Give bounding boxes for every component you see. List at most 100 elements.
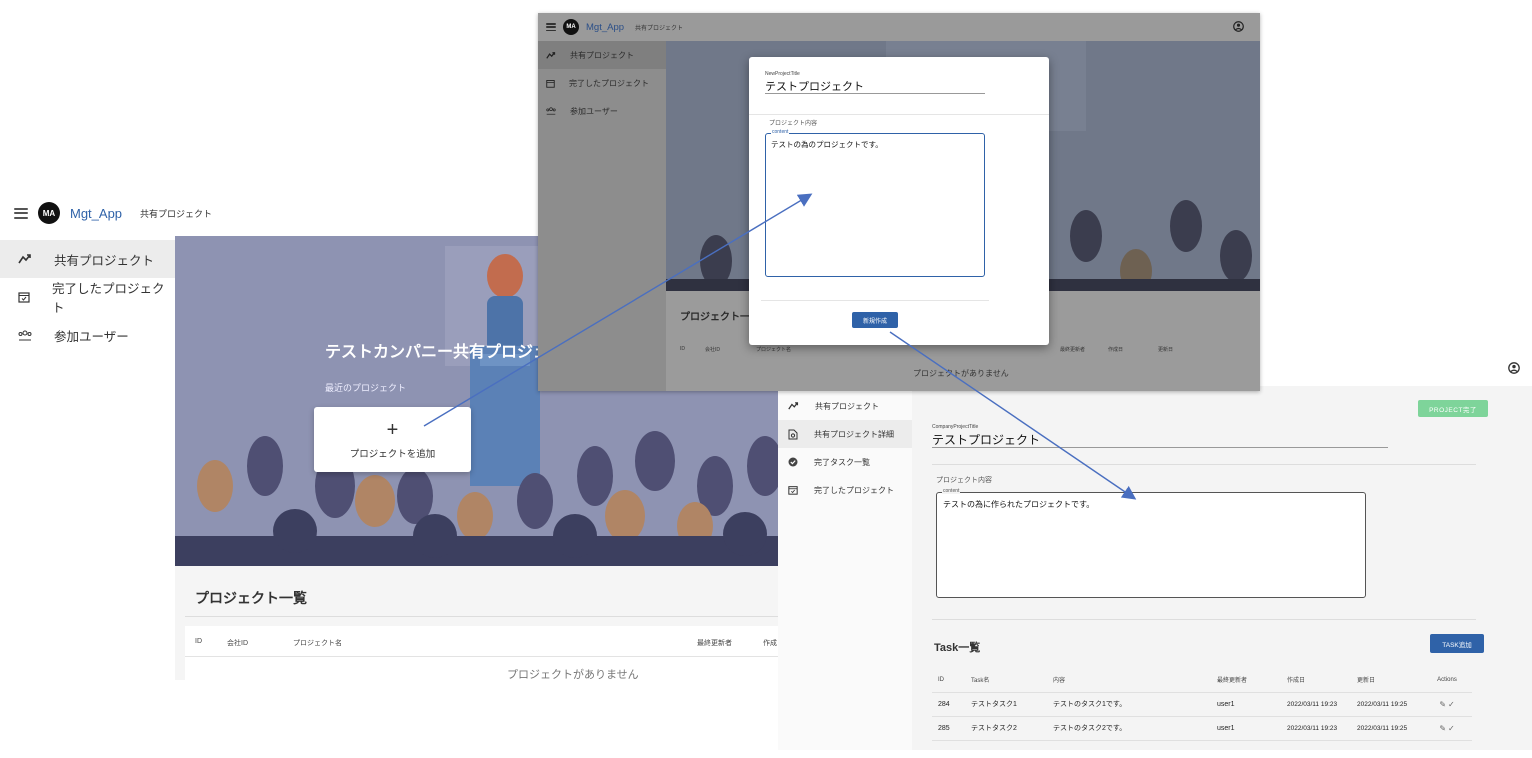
project-table: ID 会社ID プロジェクト名 最終更新者 作成 プロジェクトがありません bbox=[185, 626, 790, 681]
column-header[interactable]: プロジェクト名 bbox=[756, 346, 791, 353]
column-header[interactable]: 作成日 bbox=[1286, 668, 1356, 693]
calendar-check-icon bbox=[788, 485, 798, 495]
new-project-screen: MA Mgt_App 共有プロジェクト 共有プロジェクト 完了したプロジェクト … bbox=[538, 13, 1260, 391]
task-updater: user1 bbox=[1216, 716, 1286, 741]
sidebar-item-users[interactable]: 参加ユーザー bbox=[538, 97, 666, 125]
task-name: テストタスク2 bbox=[970, 716, 1052, 741]
sidebar-item-shared-projects[interactable]: 共有プロジェクト bbox=[538, 41, 666, 69]
divider bbox=[749, 114, 1049, 115]
task-content: テストのタスク2です。 bbox=[1052, 716, 1216, 741]
column-header[interactable]: 更新日 bbox=[1158, 346, 1173, 353]
sidebar-item-label: 完了したプロジェクト bbox=[52, 282, 165, 315]
column-header[interactable]: 更新日 bbox=[1356, 668, 1422, 693]
column-header[interactable]: ID bbox=[195, 638, 202, 645]
new-project-dialog: NewProjectTitle テストプロジェクト プロジェクト内容 conte… bbox=[749, 57, 1049, 345]
content-text: テストの為に作られたプロジェクトです。 bbox=[943, 500, 1095, 509]
check-circle-icon bbox=[788, 457, 798, 467]
title-field-caption: CompanyProjectTitle bbox=[932, 424, 979, 430]
add-project-card[interactable]: + プロジェクトを追加 bbox=[314, 407, 471, 472]
sidebar-item-completed-projects[interactable]: 完了したプロジェクト bbox=[538, 69, 666, 97]
divider bbox=[185, 616, 790, 617]
sidebar-item-label: 共有プロジェクト bbox=[54, 253, 155, 268]
column-header[interactable]: Task名 bbox=[970, 668, 1052, 693]
check-icon[interactable]: ✓ bbox=[1448, 724, 1455, 733]
project-complete-button[interactable]: PROJECT完了 bbox=[1418, 400, 1488, 417]
sidebar-item-label: 完了タスク一覧 bbox=[814, 457, 870, 467]
divider bbox=[932, 464, 1476, 465]
table-row[interactable]: 285 テストタスク2 テストのタスク2です。 user1 2022/03/11… bbox=[932, 716, 1472, 741]
sidebar-item-label: 参加ユーザー bbox=[570, 106, 618, 116]
task-id: 285 bbox=[932, 716, 970, 741]
title-field-caption: NewProjectTitle bbox=[765, 71, 800, 77]
sidebar-item-users[interactable]: 参加ユーザー bbox=[0, 316, 175, 354]
edit-icon[interactable]: ✎ bbox=[1439, 724, 1446, 733]
app-name[interactable]: Mgt_App bbox=[70, 206, 122, 221]
edit-icon[interactable]: ✎ bbox=[1439, 700, 1446, 709]
column-header: Actions bbox=[1422, 668, 1472, 693]
column-header[interactable]: 作成日 bbox=[1108, 346, 1123, 353]
content-section-label: プロジェクト内容 bbox=[769, 121, 818, 127]
add-project-label: プロジェクトを追加 bbox=[349, 448, 436, 460]
column-header[interactable]: ID bbox=[932, 668, 970, 693]
breadcrumb: 共有プロジェクト bbox=[635, 25, 684, 32]
column-header[interactable]: 最終更新者 bbox=[1060, 346, 1085, 353]
add-task-button[interactable]: TASK追加 bbox=[1430, 634, 1484, 653]
sidebar-item-shared-projects[interactable]: 共有プロジェクト bbox=[778, 392, 912, 420]
menu-icon[interactable] bbox=[546, 23, 556, 31]
sidebar-item-label: 共有プロジェクト bbox=[815, 401, 879, 411]
project-title-input[interactable]: テストプロジェクト bbox=[765, 78, 864, 94]
divider bbox=[932, 447, 1388, 448]
divider bbox=[761, 300, 989, 301]
column-header[interactable]: プロジェクト名 bbox=[293, 638, 342, 648]
project-list-title: プロジェクト一 bbox=[680, 312, 750, 323]
detail-screen: 共有プロジェクト 共有プロジェクト詳細 完了タスク一覧 完了したプロジェクト P… bbox=[778, 358, 1532, 750]
app-bar: MA Mgt_App 共有プロジェクト bbox=[538, 13, 1260, 41]
menu-icon[interactable] bbox=[14, 207, 28, 219]
project-list-panel: プロジェクト一覧 ID 会社ID プロジェクト名 最終更新者 作成 プロジェクト… bbox=[175, 566, 790, 681]
task-created: 2022/03/11 19:23 bbox=[1286, 716, 1356, 741]
column-header[interactable]: 最終更新者 bbox=[1216, 668, 1286, 693]
sidebar-item-completed-tasks[interactable]: 完了タスク一覧 bbox=[778, 448, 912, 476]
content-legend: content bbox=[942, 488, 961, 494]
task-content: テストのタスク1です。 bbox=[1052, 692, 1216, 717]
column-header[interactable]: 内容 bbox=[1052, 668, 1216, 693]
content-textarea[interactable]: content テストの為のプロジェクトです。 bbox=[765, 129, 985, 277]
column-header[interactable]: ID bbox=[680, 346, 685, 352]
task-list-title: Task一覧 bbox=[934, 642, 981, 654]
table-row[interactable]: 284 テストタスク1 テストのタスク1です。 user1 2022/03/11… bbox=[932, 692, 1472, 717]
check-icon[interactable]: ✓ bbox=[1448, 700, 1455, 709]
app-avatar: MA bbox=[563, 19, 579, 35]
content-textarea[interactable]: content テストの為に作られたプロジェクトです。 bbox=[936, 488, 1366, 598]
column-header[interactable]: 会社ID bbox=[705, 346, 720, 353]
group-icon bbox=[546, 107, 556, 115]
recent-projects-label: 最近のプロジェクト bbox=[325, 383, 407, 393]
divider bbox=[932, 619, 1476, 620]
divider bbox=[765, 93, 985, 94]
account-icon[interactable] bbox=[1508, 362, 1520, 374]
content-legend: content bbox=[771, 129, 790, 135]
task-id: 284 bbox=[932, 692, 970, 717]
task-updated: 2022/03/11 19:25 bbox=[1356, 692, 1422, 717]
app-name[interactable]: Mgt_App bbox=[586, 22, 624, 33]
sidebar-item-project-detail[interactable]: 共有プロジェクト詳細 bbox=[778, 420, 912, 448]
column-header[interactable]: 作成 bbox=[763, 638, 777, 648]
column-header[interactable]: 最終更新者 bbox=[697, 638, 732, 648]
sidebar-item-completed-projects[interactable]: 完了したプロジェクト bbox=[778, 476, 912, 504]
task-table: ID Task名 内容 最終更新者 作成日 更新日 Actions 284 テス… bbox=[932, 668, 1472, 741]
sidebar-item-label: 参加ユーザー bbox=[54, 329, 129, 344]
account-icon[interactable] bbox=[1233, 21, 1244, 32]
calendar-check-icon bbox=[18, 291, 30, 303]
sidebar-item-completed-projects[interactable]: 完了したプロジェクト bbox=[0, 278, 175, 316]
sidebar-item-shared-projects[interactable]: 共有プロジェクト bbox=[0, 240, 175, 278]
create-project-button[interactable]: 新規作成 bbox=[852, 312, 898, 328]
task-updated: 2022/03/11 19:25 bbox=[1356, 716, 1422, 741]
calendar-check-icon bbox=[546, 79, 555, 88]
breadcrumb: 共有プロジェクト bbox=[140, 208, 213, 219]
divider bbox=[185, 656, 790, 657]
app-avatar: MA bbox=[38, 202, 60, 224]
column-header[interactable]: 会社ID bbox=[227, 638, 248, 648]
project-title-input[interactable]: テストプロジェクト bbox=[932, 431, 1040, 448]
share-icon bbox=[546, 51, 556, 59]
sidebar-item-label: 共有プロジェクト詳細 bbox=[814, 429, 894, 439]
project-detail: PROJECT完了 CompanyProjectTitle テストプロジェクト … bbox=[912, 386, 1532, 750]
